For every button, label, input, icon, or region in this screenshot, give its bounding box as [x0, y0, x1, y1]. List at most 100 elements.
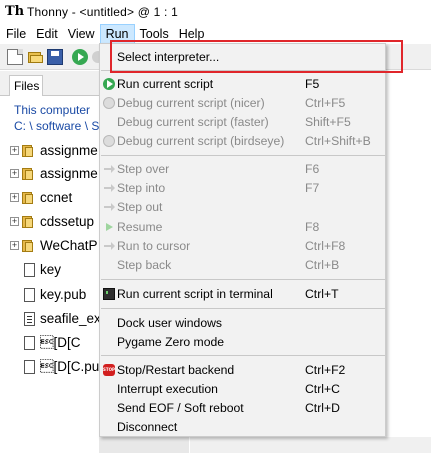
tree-item[interactable]: + assignme — [0, 141, 99, 161]
tree-item[interactable]: + WeChatP — [0, 236, 99, 256]
menu-item-label: Step back — [117, 258, 172, 272]
menu-item-shortcut: Ctrl+D — [305, 401, 340, 415]
tree-item-label: ccnet — [40, 190, 73, 205]
step-over-icon — [103, 163, 115, 175]
menu-item-step-back[interactable]: Step back Ctrl+B — [100, 256, 385, 275]
terminal-icon — [103, 288, 115, 300]
expand-plus-icon[interactable]: + — [10, 217, 19, 226]
menu-item-shortcut: F7 — [305, 181, 320, 195]
menu-item-interrupt-execution[interactable]: Interrupt execution Ctrl+C — [100, 380, 385, 399]
menu-item-label: Send EOF / Soft reboot — [117, 401, 244, 415]
birdseye-icon — [103, 135, 115, 147]
save-icon[interactable] — [47, 49, 63, 65]
run-icon[interactable] — [72, 49, 88, 65]
menu-item-shortcut: Shift+F5 — [305, 115, 351, 129]
tree-item-label: assignme — [40, 143, 98, 158]
new-file-icon[interactable] — [7, 49, 23, 65]
tree-item[interactable]: [D[C — [0, 333, 99, 353]
menu-item-stop-restart-backend[interactable]: Stop/Restart backend Ctrl+F2 — [100, 361, 385, 380]
menu-view[interactable]: View — [63, 24, 100, 44]
tree-item[interactable]: + assignme — [0, 164, 99, 184]
menu-item-label: Run current script in terminal — [117, 287, 273, 301]
annotation-highlight-box — [110, 40, 403, 73]
menu-item-step-into[interactable]: Step into F7 — [100, 179, 385, 198]
menu-item-label: Step out — [117, 200, 163, 214]
menu-item-shortcut: F8 — [305, 220, 320, 234]
file-icon — [24, 263, 35, 277]
expand-plus-icon[interactable]: + — [10, 169, 19, 178]
thonny-logo-icon: Th — [5, 4, 25, 19]
folder-icon — [22, 239, 34, 252]
window-title: Thonny - <untitled> @ 1 : 1 — [27, 5, 178, 19]
expand-plus-icon[interactable]: + — [10, 241, 19, 250]
files-tab-bar: Files — [0, 71, 99, 96]
stop-icon — [103, 364, 115, 376]
tree-item[interactable]: + cdssetup — [0, 212, 99, 232]
menu-item-label: Step over — [117, 162, 170, 176]
location-label[interactable]: This computer — [14, 103, 90, 117]
file-icon — [24, 360, 35, 374]
menu-item-label: Debug current script (birdseye) — [117, 134, 285, 148]
open-folder-icon[interactable] — [27, 49, 43, 65]
menu-item-disconnect[interactable]: Disconnect — [100, 418, 385, 437]
text-file-icon — [24, 312, 35, 326]
menu-item-shortcut: Ctrl+C — [305, 382, 340, 396]
editor-gutter — [99, 437, 189, 453]
menu-item-label: Interrupt execution — [117, 382, 218, 396]
tree-item[interactable]: [D[C.pub — [0, 357, 99, 377]
step-out-icon — [103, 201, 115, 213]
run-icon — [103, 78, 115, 90]
folder-icon — [22, 191, 34, 204]
menu-item-debug-faster[interactable]: Debug current script (faster) Shift+F5 — [100, 113, 385, 132]
menu-item-label: Dock user windows — [117, 316, 222, 330]
tree-item-label: key — [40, 262, 62, 277]
step-into-icon — [103, 182, 115, 194]
menu-item-shortcut: Ctrl+T — [305, 287, 339, 301]
menu-item-shortcut: Ctrl+Shift+B — [305, 134, 371, 148]
tree-item[interactable]: key.pub — [0, 285, 99, 305]
menu-item-send-eof[interactable]: Send EOF / Soft reboot Ctrl+D — [100, 399, 385, 418]
menu-separator — [101, 355, 385, 356]
resume-icon — [103, 221, 115, 233]
title-bar: Th Thonny - <untitled> @ 1 : 1 — [0, 0, 431, 24]
menu-item-shortcut: Ctrl+F5 — [305, 96, 346, 110]
tree-item[interactable]: key — [0, 260, 99, 280]
menu-file[interactable]: File — [0, 24, 31, 44]
tree-item-label: key.pub — [40, 287, 87, 302]
tree-item[interactable]: seafile_ex — [0, 309, 99, 329]
menu-item-pygame-zero-mode[interactable]: Pygame Zero mode — [100, 333, 385, 352]
menu-separator — [101, 279, 385, 280]
horizontal-scrollbar[interactable] — [190, 437, 431, 453]
menu-item-shortcut: F6 — [305, 162, 320, 176]
tree-item-label: [D[C.pub — [40, 359, 99, 374]
tree-item-label: assignme — [40, 166, 98, 181]
tree-item-label: seafile_ex — [40, 311, 99, 326]
menu-item-label: Disconnect — [117, 420, 178, 434]
tree-item-label: WeChatP — [40, 238, 98, 253]
location-path[interactable]: C: \ software \ S — [14, 119, 99, 133]
menu-item-run-to-cursor[interactable]: Run to cursor Ctrl+F8 — [100, 237, 385, 256]
menu-edit[interactable]: Edit — [31, 24, 63, 44]
tree-item[interactable]: + ccnet — [0, 188, 99, 208]
menu-item-run-in-terminal[interactable]: Run current script in terminal Ctrl+T — [100, 285, 385, 304]
menu-item-debug-birdseye[interactable]: Debug current script (birdseye) Ctrl+Shi… — [100, 132, 385, 151]
tab-files[interactable]: Files — [9, 75, 43, 96]
menu-item-step-over[interactable]: Step over F6 — [100, 160, 385, 179]
menu-item-step-out[interactable]: Step out — [100, 198, 385, 217]
expand-plus-icon[interactable]: + — [10, 146, 19, 155]
folder-icon — [22, 167, 34, 180]
menu-item-label: Pygame Zero mode — [117, 335, 225, 349]
expand-plus-icon[interactable]: + — [10, 193, 19, 202]
menu-item-resume[interactable]: Resume F8 — [100, 218, 385, 237]
tree-item-label: cdssetup — [40, 214, 95, 229]
menu-separator — [101, 155, 385, 156]
menu-item-label: Run to cursor — [117, 239, 191, 253]
menu-item-debug-nicer[interactable]: Debug current script (nicer) Ctrl+F5 — [100, 94, 385, 113]
debug-icon — [103, 97, 115, 109]
run-menu-dropdown: Select interpreter... Run current script… — [99, 43, 386, 437]
folder-icon — [22, 144, 34, 157]
run-to-cursor-icon — [103, 240, 115, 252]
menu-separator — [101, 308, 385, 309]
menu-item-dock-user-windows[interactable]: Dock user windows — [100, 314, 385, 333]
menu-item-run-current-script[interactable]: Run current script F5 — [100, 75, 385, 94]
